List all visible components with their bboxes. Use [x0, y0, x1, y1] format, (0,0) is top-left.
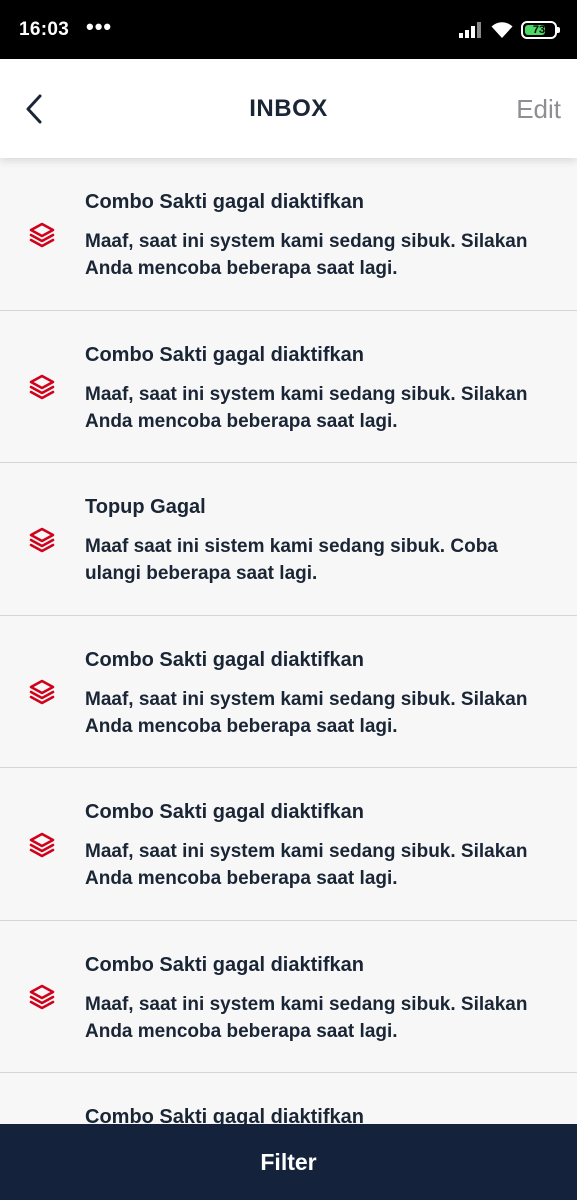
- battery-tip: [557, 27, 560, 33]
- notification-dots: •••: [86, 14, 113, 39]
- inbox-item[interactable]: Combo Sakti gagal diaktifkan Maaf, saat i…: [0, 158, 577, 311]
- edit-button[interactable]: Edit: [516, 94, 561, 125]
- inbox-item-body: Maaf saat ini sistem kami sedang sibuk. …: [85, 536, 498, 584]
- signal-icon: [459, 22, 481, 38]
- app-header: INBOX Edit: [0, 59, 577, 158]
- inbox-item[interactable]: Combo Sakti gagal diaktifkan Maaf, saat i…: [0, 920, 577, 1073]
- layers-icon: [28, 678, 56, 706]
- status-bar: 16:03 ••• 73: [0, 0, 577, 59]
- inbox-item[interactable]: Topup Gagal Maaf saat ini sistem kami sed…: [0, 463, 577, 616]
- battery-level: 73: [532, 23, 546, 36]
- inbox-item-title: Combo Sakti gagal diaktifkan: [85, 191, 364, 213]
- inbox-item-title: Combo Sakti gagal diaktifkan: [85, 801, 364, 823]
- status-time: 16:03: [19, 19, 70, 40]
- inbox-item[interactable]: Combo Sakti gagal diaktifkan Maaf, saat i…: [0, 768, 577, 921]
- inbox-item-body: Maaf, saat ini system kami sedang sibuk.…: [85, 688, 528, 737]
- page-title: INBOX: [249, 95, 328, 122]
- inbox-item-title: Combo Sakti gagal diaktifkan: [85, 648, 364, 671]
- wifi-icon: [491, 22, 513, 38]
- inbox-item-title: Combo Sakti gagal diaktifkan: [85, 953, 364, 976]
- inbox-item[interactable]: Combo Sakti gagal diaktifkan: [0, 1073, 577, 1124]
- layers-icon: [28, 831, 56, 859]
- inbox-item-title: Combo Sakti gagal diaktifkan: [85, 1106, 364, 1124]
- inbox-item-title: Combo Sakti gagal diaktifkan: [85, 343, 364, 366]
- inbox-item[interactable]: Combo Sakti gagal diaktifkan Maaf, saat i…: [0, 615, 577, 768]
- layers-icon: [28, 983, 56, 1011]
- inbox-item-body: Maaf, saat ini system kami sedang sibuk.…: [85, 993, 528, 1042]
- inbox-item-body: Maaf, saat ini system kami sedang sibuk.…: [85, 841, 528, 889]
- layers-icon: [28, 526, 56, 554]
- inbox-item-body: Maaf, saat ini system kami sedang sibuk.…: [85, 383, 528, 432]
- inbox-item-body: Maaf, saat ini system kami sedang sibuk.…: [85, 231, 528, 279]
- filter-button[interactable]: Filter: [0, 1124, 577, 1200]
- inbox-item-title: Topup Gagal: [85, 496, 206, 518]
- battery-icon: 73: [521, 21, 560, 39]
- layers-icon: [28, 373, 56, 401]
- filter-label: Filter: [260, 1148, 317, 1175]
- inbox-list: Combo Sakti gagal diaktifkan Maaf, saat i…: [0, 158, 577, 1124]
- inbox-item[interactable]: Combo Sakti gagal diaktifkan Maaf, saat i…: [0, 310, 577, 463]
- status-icons: 73: [459, 18, 560, 42]
- layers-icon: [28, 221, 56, 249]
